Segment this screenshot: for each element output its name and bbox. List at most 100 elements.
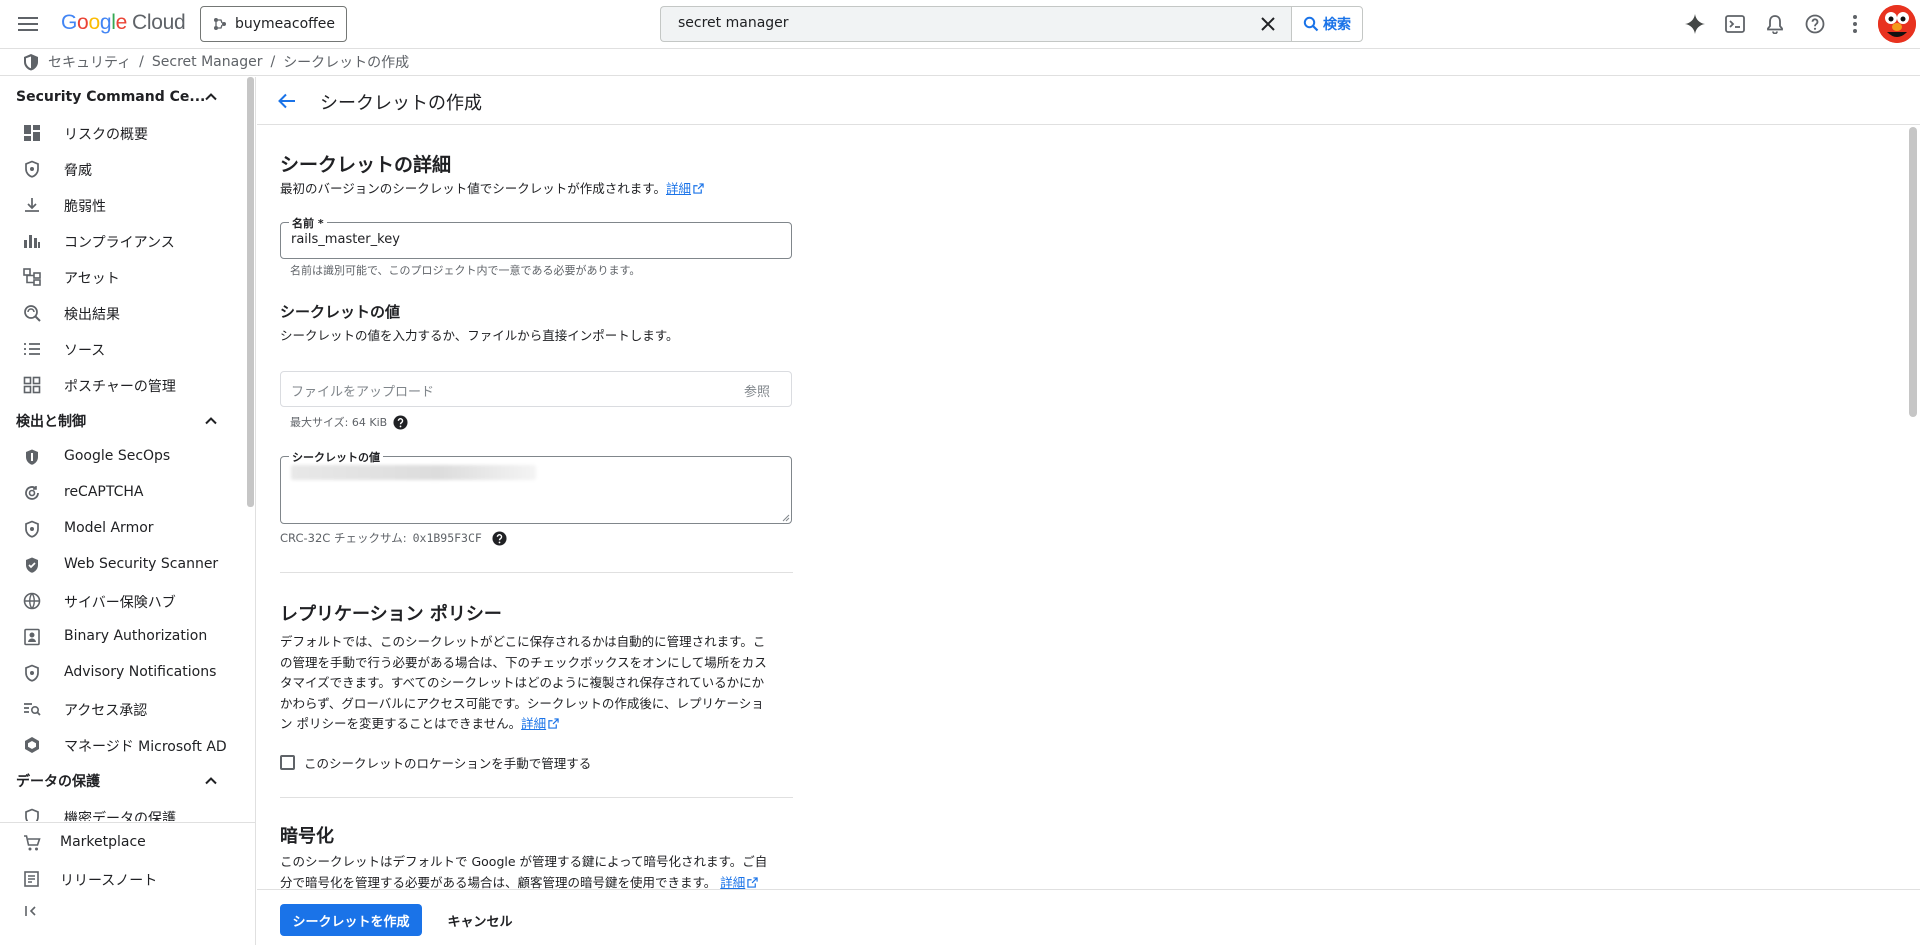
encryption-line-last: 分で暗号化を管理する必要がある場合は、顧客管理の暗号鍵を使用できます。 詳細 [280,873,810,890]
encryption-description: このシークレットはデフォルトで Google が管理する鍵によって暗号化されます… [280,852,810,889]
sidebar-item-label: アクセス承認 [64,703,148,719]
sidebar-item-label: コンプライアンス [64,235,175,251]
max-size-text: 最大サイズ: 64 KiB [290,416,388,429]
cloud-shell-button[interactable] [1715,4,1755,44]
create-secret-form: シークレットの詳細 最初のバージョンのシークレット値でシークレットが作成されます… [257,126,1920,889]
sidebar-item-release-notes[interactable]: リリースノート [0,861,246,897]
masked-secret-value [291,465,536,480]
sidebar-item-google-secops[interactable]: Google SecOps [0,439,246,475]
sidebar-item-posture[interactable]: ポスチャーの管理 [0,367,246,403]
main-scrollbar[interactable] [1909,127,1917,417]
cancel-button[interactable]: キャンセル [435,904,525,936]
sidebar-item-assets[interactable]: アセット [0,259,246,295]
ad-icon [25,737,39,753]
sidebar-scrollbar[interactable] [247,77,254,507]
help-icon[interactable] [393,414,408,430]
more-vert-icon [1853,15,1857,33]
details-description-text: 最初のバージョンのシークレット値でシークレットが作成されます。 [280,181,667,196]
sidebar-item-cyber-insurance-hub[interactable]: サイバー保険ハブ [0,583,246,619]
sidebar-item-model-armor[interactable]: Model Armor [0,511,246,547]
name-field[interactable]: 名前 * [280,215,792,259]
file-upload-field[interactable]: ファイルをアップロード 参照 [280,371,792,407]
logo-cloud-text: Cloud [131,11,186,34]
sidebar-section-detection[interactable]: 検出と制御 [0,403,246,439]
sidebar-section-data-protection[interactable]: データの保護 [0,763,246,799]
gemini-button[interactable] [1675,4,1715,44]
link-text: 詳細 [521,716,547,731]
search-button[interactable]: 検索 [1291,6,1363,42]
collapse-sidebar-button[interactable] [18,897,46,925]
external-link-icon [548,718,559,729]
sidebar-item-binary-authorization[interactable]: Binary Authorization [0,619,246,655]
secret-value-textarea-label: シークレットの値 [289,449,383,465]
link-text: 詳細 [666,181,692,196]
assets-icon [23,268,41,286]
replication-line: デフォルトでは、このシークレットがどこに保存されるかは自動的に管理されます。こ [280,634,766,649]
sidebar-item-label: reCAPTCHA [64,484,144,500]
sparkle-icon [1685,14,1705,34]
list-icon [24,343,40,355]
project-name: buymeacoffee [235,16,336,32]
back-button[interactable] [271,85,303,117]
details-heading: シークレットの詳細 [280,154,452,176]
manual-location-checkbox-row[interactable]: このシークレットのロケーションを手動で管理する [280,753,591,772]
clear-search-button[interactable] [1252,8,1284,40]
google-cloud-logo[interactable]: Google Cloud [61,11,186,35]
help-button[interactable] [1795,4,1835,44]
main-menu-button[interactable] [8,4,48,44]
manual-location-checkbox[interactable] [280,755,295,770]
sidebar-item-access-approval[interactable]: アクセス承認 [0,691,246,727]
badge-icon [24,628,40,646]
sidebar-item-label: Google SecOps [64,448,171,464]
browse-button[interactable]: 参照 [744,381,770,400]
sidebar-item-sensitive-data-protection[interactable]: 機密データの保護 [0,799,246,821]
name-field-hint: 名前は識別可能で、このプロジェクト内で一意である必要があります。 [290,264,641,277]
sidebar-item-risk-overview[interactable]: リスクの概要 [0,115,246,151]
breadcrumb-security[interactable]: セキュリティ [48,52,131,72]
sidebar-item-vulnerabilities[interactable]: 脆弱性 [0,187,246,223]
sidebar: Security Command Ce... リスクの概要 脅威 脆弱性 コンプ… [0,77,256,945]
create-secret-button[interactable]: シークレットを作成 [280,904,422,936]
help-icon[interactable] [492,530,507,546]
recaptcha-icon [25,486,39,500]
details-learn-more-link[interactable]: 詳細 [666,181,704,196]
sidebar-item-managed-microsoft-ad[interactable]: マネージド Microsoft AD [0,727,246,763]
help-icon [1805,14,1825,34]
breadcrumb-secret-manager[interactable]: Secret Manager [152,54,263,70]
shield-icon [25,664,39,682]
sidebar-item-threats[interactable]: 脅威 [0,151,246,187]
encryption-learn-more-link[interactable]: 詳細 [720,874,758,890]
project-picker-button[interactable]: buymeacoffee [200,6,347,42]
secret-value-textarea[interactable]: シークレットの値 [280,449,792,524]
logo-letter: o [88,11,100,34]
user-avatar[interactable] [1878,5,1916,43]
chevron-up-icon [205,93,217,101]
replication-line: タマイズできます。すべてのシークレットはどのように複製され保存されているかにか [280,675,765,690]
bell-icon [1767,15,1783,34]
sidebar-item-sources[interactable]: ソース [0,331,246,367]
replication-line: かわらず、グローバルにアクセス可能です。シークレットの作成後に、レプリケーショ [280,695,764,711]
shield-icon [25,520,39,538]
globe-icon [23,592,41,610]
file-upload-placeholder: ファイルをアップロード [291,385,435,400]
logo-letter: g [99,11,112,34]
replication-learn-more-link[interactable]: 詳細 [521,716,559,731]
sidebar-item-compliance[interactable]: コンプライアンス [0,223,246,259]
sidebar-item-advisory-notifications[interactable]: Advisory Notifications [0,655,246,691]
section-title: データの保護 [16,774,100,790]
sidebar-item-label: ソース [64,343,106,359]
sidebar-item-recaptcha[interactable]: reCAPTCHA [0,475,246,511]
checksum-row: CRC-32C チェックサム: 0x1B95F3CF [280,530,507,546]
link-text: 詳細 [720,874,746,890]
sidebar-item-findings[interactable]: 検出結果 [0,295,246,331]
search-input[interactable] [678,15,1238,31]
notifications-button[interactable] [1755,4,1795,44]
name-input[interactable] [291,232,771,247]
sidebar-item-marketplace[interactable]: Marketplace [0,825,246,861]
resize-handle-icon[interactable] [782,514,790,522]
logo-letter: e [115,11,128,34]
sidebar-section-scc[interactable]: Security Command Ce... [0,79,246,115]
sidebar-item-label: Marketplace [60,834,146,850]
sidebar-item-web-security-scanner[interactable]: Web Security Scanner [0,547,246,583]
more-options-button[interactable] [1835,4,1875,44]
